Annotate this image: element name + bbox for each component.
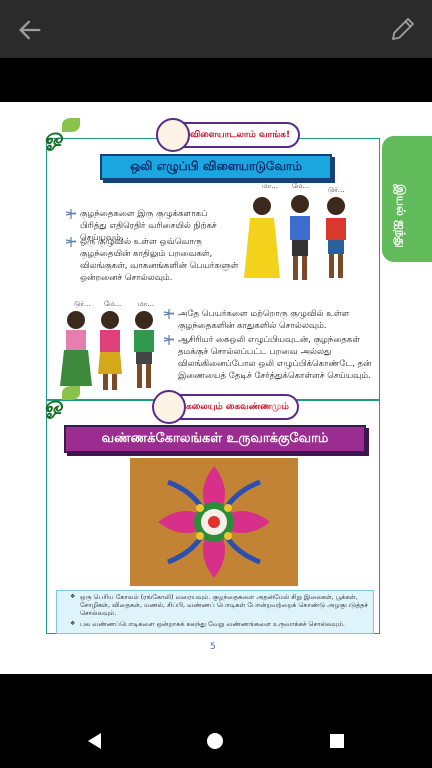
art-craft-icon bbox=[152, 390, 186, 424]
section2-badge-text: கலையும் கைவண்ணமும் bbox=[186, 401, 289, 412]
book-logo-icon: ஓ bbox=[44, 386, 80, 421]
rangoli-image bbox=[130, 458, 298, 586]
book-logo-icon: ஓ bbox=[44, 118, 80, 153]
note-item-2: ❖ பல வண்ணப்பொடிகளை ஒன்றாகக் கலந்து வேறு … bbox=[70, 620, 345, 628]
arrow-left-icon[interactable] bbox=[16, 16, 44, 44]
section1-bullet-2: ஒரு குழுவில் உள்ள ஒவ்வொரு குழந்தையின் கா… bbox=[66, 236, 240, 284]
recents-square-icon[interactable] bbox=[328, 732, 346, 750]
children-illustration-bottom bbox=[60, 311, 154, 390]
system-nav-bar bbox=[0, 674, 432, 768]
section1-bullet-3: அதே பெயர்களை மற்றொரு குழுவில் உள்ள குழந்… bbox=[164, 308, 374, 332]
kids-playing-icon bbox=[156, 118, 190, 152]
section1-badge-text: விளையாடலாம் வாங்க! bbox=[190, 129, 291, 140]
diamond-bullet-icon: ❖ bbox=[70, 593, 76, 600]
section2-title: வண்ணக்கோலங்கள் உருவாக்குவோம் bbox=[64, 425, 366, 453]
spacer-band bbox=[0, 58, 432, 102]
section2-badge: கலையும் கைவண்ணமும் bbox=[152, 390, 299, 424]
back-triangle-icon[interactable] bbox=[86, 732, 104, 750]
children-illustration-top bbox=[244, 195, 346, 280]
section1-title: ஒலி எழுப்பி விளையாடுவோம் bbox=[100, 154, 332, 180]
section1-bullet-4: ஆசிரியர் கைஒலி எழுப்பியவுடன், குழந்தைகள்… bbox=[164, 334, 374, 382]
app-toolbar bbox=[0, 0, 432, 58]
side-tab-label: இயல் ஐந்து bbox=[394, 184, 408, 248]
page-number: 5 bbox=[210, 642, 216, 652]
chapter-side-tab: இயல் ஐந்து bbox=[382, 136, 432, 262]
sound-label: மா... bbox=[262, 182, 278, 190]
book-page[interactable]: இயல் ஐந்து ஓ விளையாடலாம் வாங்க! ஒலி எழுப… bbox=[0, 102, 432, 674]
note-item-1: ❖ ஒரு பெரிய கோலம் (ரங்கோலி) வரையவும். கு… bbox=[70, 593, 369, 617]
dragonfly-bullet-icon bbox=[66, 237, 76, 247]
dragonfly-bullet-icon bbox=[66, 209, 76, 219]
home-circle-icon[interactable] bbox=[206, 732, 224, 750]
section1-badge: விளையாடலாம் வாங்க! bbox=[156, 118, 301, 152]
pencil-icon[interactable] bbox=[388, 14, 418, 44]
dragonfly-bullet-icon bbox=[164, 335, 174, 345]
sound-label: மே... bbox=[292, 182, 310, 190]
dragonfly-bullet-icon bbox=[164, 309, 174, 319]
diamond-bullet-icon: ❖ bbox=[70, 620, 76, 627]
